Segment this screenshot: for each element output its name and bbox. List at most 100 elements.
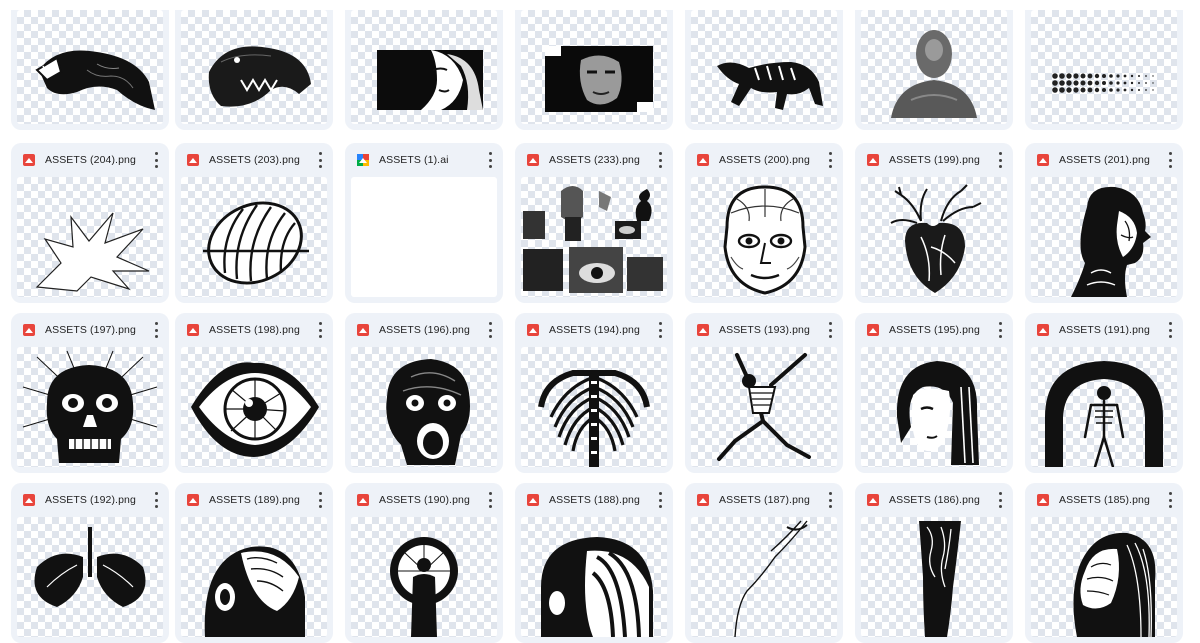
more-options-icon[interactable] bbox=[487, 152, 493, 168]
file-card-header: ASSETS (199).png bbox=[855, 143, 1013, 177]
more-options-icon[interactable] bbox=[317, 492, 323, 508]
file-card[interactable]: ASSETS (193).png bbox=[685, 313, 843, 473]
image-file-icon bbox=[23, 154, 35, 166]
more-options-icon[interactable] bbox=[1167, 322, 1173, 338]
more-options-icon[interactable] bbox=[997, 492, 1003, 508]
file-card[interactable]: ASSETS (203).png bbox=[175, 143, 333, 303]
more-options-icon[interactable] bbox=[153, 492, 159, 508]
file-card[interactable] bbox=[515, 10, 673, 130]
file-card-header: ASSETS (192).png bbox=[11, 483, 169, 517]
file-thumbnail bbox=[691, 10, 837, 124]
file-thumbnail bbox=[1031, 517, 1177, 637]
file-card-header: ASSETS (193).png bbox=[685, 313, 843, 347]
blurred-bust-icon bbox=[891, 30, 977, 118]
file-card[interactable] bbox=[685, 10, 843, 130]
file-thumbnail bbox=[521, 177, 667, 297]
more-options-icon[interactable] bbox=[317, 152, 323, 168]
file-card[interactable] bbox=[1025, 10, 1183, 130]
snake-head-icon bbox=[35, 50, 155, 110]
more-options-icon[interactable] bbox=[153, 322, 159, 338]
file-card[interactable]: ASSETS (196).png bbox=[345, 313, 503, 473]
figure-halo-icon bbox=[390, 537, 458, 637]
file-thumbnail bbox=[351, 517, 497, 637]
file-card-header: ASSETS (185).png bbox=[1025, 483, 1183, 517]
file-thumbnail bbox=[1031, 177, 1177, 297]
more-options-icon[interactable] bbox=[657, 152, 663, 168]
file-card[interactable]: ASSETS (188).png bbox=[515, 483, 673, 643]
more-options-icon[interactable] bbox=[317, 322, 323, 338]
image-file-icon bbox=[187, 324, 199, 336]
more-options-icon[interactable] bbox=[827, 492, 833, 508]
more-options-icon[interactable] bbox=[827, 322, 833, 338]
more-options-icon[interactable] bbox=[657, 492, 663, 508]
image-file-icon bbox=[1037, 324, 1049, 336]
more-options-icon[interactable] bbox=[657, 322, 663, 338]
file-card[interactable]: ASSETS (186).png bbox=[855, 483, 1013, 643]
profile-head-anatomy-icon bbox=[1071, 186, 1151, 297]
file-card[interactable]: ASSETS (200).png bbox=[685, 143, 843, 303]
file-thumbnail bbox=[181, 10, 327, 124]
file-card-header: ASSETS (1).ai bbox=[345, 143, 503, 177]
file-card[interactable]: ASSETS (233).png bbox=[515, 143, 673, 303]
file-thumbnail bbox=[691, 517, 837, 637]
woman-face-rectangle-icon bbox=[377, 50, 483, 110]
more-options-icon[interactable] bbox=[997, 322, 1003, 338]
more-options-icon[interactable] bbox=[153, 152, 159, 168]
halftone-dots-icon bbox=[1052, 73, 1154, 93]
more-options-icon[interactable] bbox=[487, 492, 493, 508]
woman-bob-hair-icon bbox=[896, 361, 979, 465]
more-options-icon[interactable] bbox=[487, 322, 493, 338]
file-thumbnail bbox=[181, 347, 327, 467]
file-card[interactable]: ASSETS (189).png bbox=[175, 483, 333, 643]
file-card[interactable]: ASSETS (1).ai bbox=[345, 143, 503, 303]
file-card[interactable]: ASSETS (199).png bbox=[855, 143, 1013, 303]
crocodile-head-icon bbox=[208, 46, 311, 107]
file-name: ASSETS (192).png bbox=[45, 494, 136, 506]
file-card-header: ASSETS (186).png bbox=[855, 483, 1013, 517]
file-card[interactable]: ASSETS (190).png bbox=[345, 483, 503, 643]
lungs-tree-icon bbox=[34, 527, 146, 607]
file-thumbnail bbox=[351, 10, 497, 124]
file-card[interactable]: ASSETS (185).png bbox=[1025, 483, 1183, 643]
file-thumbnail bbox=[17, 10, 163, 124]
file-card-header: ASSETS (200).png bbox=[685, 143, 843, 177]
file-card[interactable]: ASSETS (192).png bbox=[11, 483, 169, 643]
file-card[interactable]: ASSETS (194).png bbox=[515, 313, 673, 473]
file-card[interactable]: ASSETS (201).png bbox=[1025, 143, 1183, 303]
file-name: ASSETS (189).png bbox=[209, 494, 300, 506]
file-name: ASSETS (193).png bbox=[719, 324, 810, 336]
skull-rays-icon bbox=[22, 350, 158, 463]
file-card-header: ASSETS (190).png bbox=[345, 483, 503, 517]
file-card-header: ASSETS (189).png bbox=[175, 483, 333, 517]
file-card-header: ASSETS (195).png bbox=[855, 313, 1013, 347]
more-options-icon[interactable] bbox=[997, 152, 1003, 168]
file-card[interactable] bbox=[345, 10, 503, 130]
file-card[interactable]: ASSETS (198).png bbox=[175, 313, 333, 473]
image-file-icon bbox=[357, 494, 369, 506]
file-name: ASSETS (188).png bbox=[549, 494, 640, 506]
file-card[interactable] bbox=[855, 10, 1013, 130]
more-options-icon[interactable] bbox=[1167, 492, 1173, 508]
file-card[interactable]: ASSETS (195).png bbox=[855, 313, 1013, 473]
collage-statues-icon bbox=[523, 186, 663, 293]
file-thumbnail bbox=[521, 10, 667, 124]
file-thumbnail bbox=[861, 347, 1007, 467]
file-card[interactable]: ASSETS (187).png bbox=[685, 483, 843, 643]
image-file-icon bbox=[527, 154, 539, 166]
file-card[interactable] bbox=[11, 10, 169, 130]
more-options-icon[interactable] bbox=[1167, 152, 1173, 168]
file-name: ASSETS (185).png bbox=[1059, 494, 1150, 506]
striped-face-icon bbox=[541, 537, 653, 637]
file-card[interactable] bbox=[175, 10, 333, 130]
file-card[interactable]: ASSETS (204).png bbox=[11, 143, 169, 303]
file-thumbnail bbox=[351, 347, 497, 467]
file-card[interactable]: ASSETS (197).png bbox=[11, 313, 169, 473]
file-grid: ASSETS (204).png ASSETS (203).png ASSETS… bbox=[0, 0, 1200, 643]
file-name: ASSETS (190).png bbox=[379, 494, 470, 506]
file-card-header: ASSETS (233).png bbox=[515, 143, 673, 177]
file-name: ASSETS (199).png bbox=[889, 154, 980, 166]
file-card[interactable]: ASSETS (191).png bbox=[1025, 313, 1183, 473]
file-thumbnail bbox=[521, 347, 667, 467]
more-options-icon[interactable] bbox=[827, 152, 833, 168]
file-card-header: ASSETS (188).png bbox=[515, 483, 673, 517]
